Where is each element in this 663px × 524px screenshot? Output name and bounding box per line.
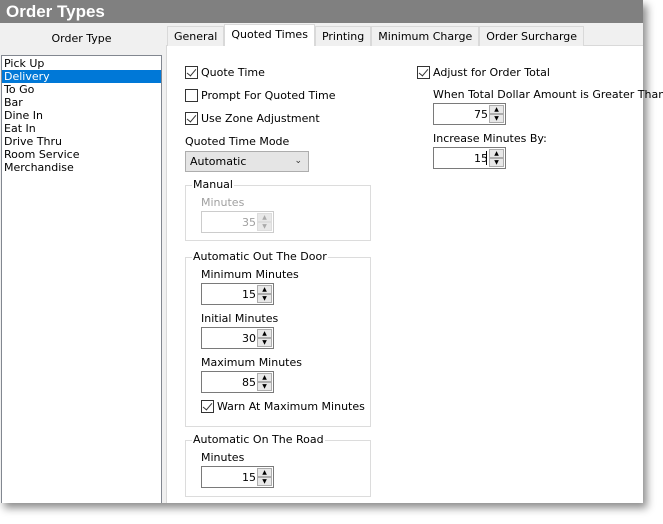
- road-minutes-spinner[interactable]: 15 ▲ ▼: [201, 466, 274, 488]
- checkbox-icon: [417, 66, 430, 79]
- tab-quoted-times[interactable]: Quoted Times: [224, 24, 315, 46]
- manual-group: Manual Minutes 35 ▲ ▼: [185, 178, 371, 241]
- out-the-door-group: Automatic Out The Door Minimum Minutes 1…: [185, 250, 371, 427]
- list-item[interactable]: Dine In: [2, 109, 161, 122]
- order-types-window: Order Types Order Type Pick Up Delivery …: [0, 0, 663, 503]
- checkbox-icon: [185, 89, 198, 102]
- list-item[interactable]: Pick Up: [2, 57, 161, 70]
- maximum-minutes-spinner[interactable]: 85 ▲ ▼: [201, 371, 274, 393]
- spinner-value: 15: [242, 288, 256, 301]
- spin-up-icon[interactable]: ▲: [489, 105, 504, 114]
- list-item[interactable]: Drive Thru: [2, 135, 161, 148]
- spin-up-icon[interactable]: ▲: [489, 149, 504, 158]
- checkbox-icon: [185, 112, 198, 125]
- tab-minimum-charge[interactable]: Minimum Charge: [371, 26, 480, 46]
- checkbox-label: Quote Time: [201, 66, 265, 79]
- list-item-selected[interactable]: Delivery: [2, 70, 161, 83]
- spin-down-icon: ▼: [257, 222, 272, 231]
- spinner-value: 75: [474, 108, 488, 121]
- checkbox-label: Adjust for Order Total: [433, 66, 550, 79]
- spin-down-icon[interactable]: ▼: [489, 114, 504, 123]
- warn-at-maximum-checkbox[interactable]: Warn At Maximum Minutes: [201, 400, 365, 413]
- quoted-time-mode-select[interactable]: Automatic ⌄: [185, 151, 309, 172]
- checkbox-label: Prompt For Quoted Time: [201, 89, 336, 102]
- initial-minutes-spinner[interactable]: 30 ▲ ▼: [201, 327, 274, 349]
- tab-general[interactable]: General: [167, 26, 225, 46]
- spin-up-icon[interactable]: ▲: [257, 329, 272, 338]
- quoted-time-mode-label: Quoted Time Mode: [185, 135, 290, 148]
- window-title: Order Types: [0, 0, 643, 23]
- group-legend: Automatic Out The Door: [192, 250, 328, 263]
- use-zone-adjustment-checkbox[interactable]: Use Zone Adjustment: [185, 112, 320, 125]
- chevron-down-icon: ⌄: [294, 156, 302, 166]
- spinner-value: 35: [242, 216, 256, 229]
- road-minutes-label: Minutes: [201, 451, 245, 464]
- increase-minutes-label: Increase Minutes By:: [433, 132, 547, 145]
- spin-down-icon[interactable]: ▼: [489, 158, 504, 167]
- spin-down-icon[interactable]: ▼: [257, 294, 272, 303]
- spin-down-icon[interactable]: ▼: [257, 338, 272, 347]
- checkbox-label: Warn At Maximum Minutes: [217, 400, 365, 413]
- spin-up-icon: ▲: [257, 213, 272, 222]
- list-item[interactable]: Room Service: [2, 148, 161, 161]
- order-type-list[interactable]: Pick Up Delivery To Go Bar Dine In Eat I…: [1, 55, 162, 503]
- spin-up-icon[interactable]: ▲: [257, 373, 272, 382]
- dollar-amount-spinner[interactable]: 75 ▲ ▼: [433, 103, 506, 125]
- initial-minutes-label: Initial Minutes: [201, 312, 279, 325]
- list-item[interactable]: To Go: [2, 83, 161, 96]
- tab-printing[interactable]: Printing: [314, 26, 372, 46]
- on-the-road-group: Automatic On The Road Minutes 15 ▲ ▼: [185, 433, 371, 497]
- checkbox-icon: [201, 400, 214, 413]
- group-legend: Manual: [192, 178, 234, 191]
- checkbox-icon: [185, 66, 198, 79]
- adjust-order-total-checkbox[interactable]: Adjust for Order Total: [417, 66, 550, 79]
- increase-minutes-spinner[interactable]: 15 ▲ ▼: [433, 147, 506, 169]
- spin-down-icon[interactable]: ▼: [257, 382, 272, 391]
- spin-up-icon[interactable]: ▲: [257, 285, 272, 294]
- spinner-value: 30: [242, 332, 256, 345]
- spin-up-icon[interactable]: ▲: [257, 468, 272, 477]
- quoted-times-panel: Quote Time Prompt For Quoted Time Use Zo…: [166, 45, 663, 503]
- minimum-minutes-label: Minimum Minutes: [201, 268, 299, 281]
- manual-minutes-spinner: 35 ▲ ▼: [201, 211, 274, 233]
- spin-down-icon[interactable]: ▼: [257, 477, 272, 486]
- list-item[interactable]: Eat In: [2, 122, 161, 135]
- tab-order-surcharge[interactable]: Order Surcharge: [479, 26, 585, 46]
- order-type-header: Order Type: [51, 32, 112, 45]
- spinner-value: 85: [242, 376, 256, 389]
- list-item[interactable]: Merchandise: [2, 161, 161, 174]
- minimum-minutes-spinner[interactable]: 15 ▲ ▼: [201, 283, 274, 305]
- text-caret: [486, 151, 487, 165]
- group-legend: Automatic On The Road: [192, 433, 325, 446]
- dollar-amount-label: When Total Dollar Amount is Greater Than…: [433, 88, 663, 101]
- list-item[interactable]: Bar: [2, 96, 161, 109]
- spinner-value: 15: [242, 471, 256, 484]
- manual-minutes-label: Minutes: [201, 196, 245, 209]
- prompt-quoted-time-checkbox[interactable]: Prompt For Quoted Time: [185, 89, 335, 102]
- checkbox-label: Use Zone Adjustment: [201, 112, 320, 125]
- maximum-minutes-label: Maximum Minutes: [201, 356, 302, 369]
- select-value: Automatic: [190, 155, 247, 168]
- quote-time-checkbox[interactable]: Quote Time: [185, 66, 265, 79]
- tab-strip: General Quoted Times Printing Minimum Ch…: [167, 24, 585, 46]
